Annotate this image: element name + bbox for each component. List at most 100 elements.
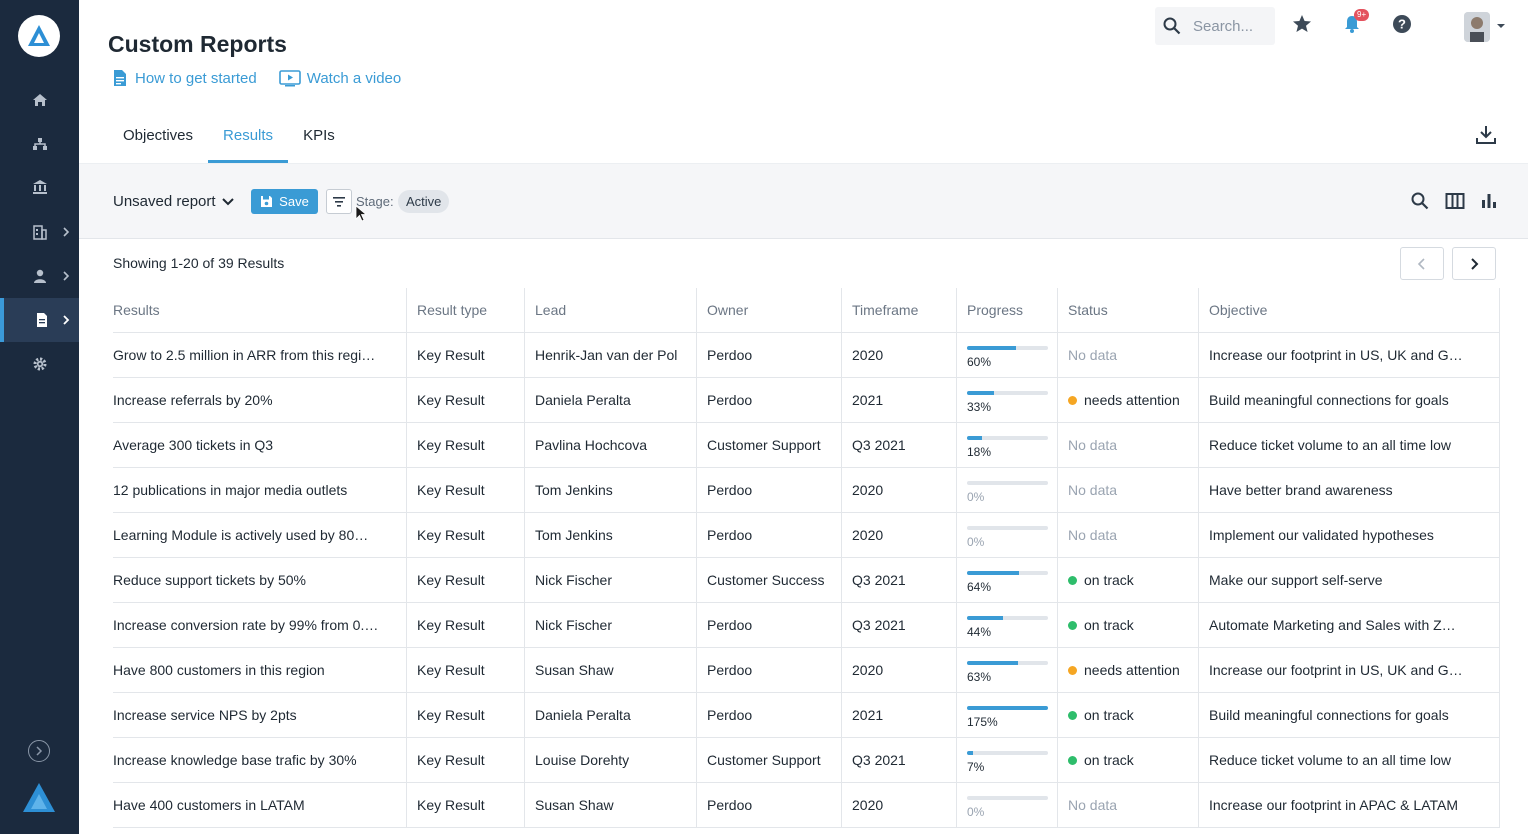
- progress-bar: [967, 390, 1048, 395]
- status-dot-icon: [1068, 620, 1077, 630]
- progress-bar-fill: [967, 435, 982, 440]
- result-type-cell: Key Result: [407, 603, 525, 647]
- sidebar-item-company[interactable]: [0, 165, 79, 209]
- chevron-right-icon: [36, 746, 43, 756]
- table-row[interactable]: Grow to 2.5 million in ARR from this reg…: [113, 333, 1500, 378]
- bar-chart-icon[interactable]: [1479, 191, 1499, 211]
- how-to-get-started-link[interactable]: How to get started: [111, 69, 257, 87]
- table-row[interactable]: Increase knowledge base trafic by 30% Key…: [113, 738, 1500, 783]
- expand-sidebar-button[interactable]: [28, 740, 50, 762]
- column-header-objective[interactable]: Objective: [1199, 288, 1500, 332]
- user-avatar[interactable]: [1464, 12, 1490, 42]
- timeframe-cell: 2020: [842, 468, 957, 512]
- progress-percent: 60%: [967, 354, 992, 369]
- result-type-cell: Key Result: [407, 378, 525, 422]
- lead-cell: Tom Jenkins: [525, 513, 697, 557]
- app-logo[interactable]: [18, 15, 60, 57]
- filter-button[interactable]: [326, 189, 352, 214]
- document-icon: [114, 70, 126, 86]
- progress-bar-fill: [967, 750, 973, 755]
- notifications-button[interactable]: 9+: [1341, 9, 1370, 35]
- sidebar-item-settings[interactable]: [0, 342, 79, 386]
- progress-percent: 0%: [967, 489, 985, 504]
- column-header-owner[interactable]: Owner: [697, 288, 842, 332]
- column-header-lead[interactable]: Lead: [525, 288, 697, 332]
- objective-cell: Build meaningful connections for goals: [1199, 693, 1500, 737]
- sidebar-item-reports[interactable]: [0, 298, 79, 342]
- progress-cell: 64%: [957, 558, 1058, 602]
- column-header-progress[interactable]: Progress: [957, 288, 1058, 332]
- caret-down-icon[interactable]: [1496, 22, 1506, 30]
- star-icon: [1293, 15, 1311, 32]
- owner-cell: Perdoo: [697, 783, 842, 827]
- progress-cell: 44%: [957, 603, 1058, 647]
- column-header-status[interactable]: Status: [1058, 288, 1199, 332]
- progress-percent: 44%: [967, 624, 992, 639]
- owner-cell: Perdoo: [697, 648, 842, 692]
- progress-bar: [967, 570, 1048, 575]
- owner-cell: Customer Success: [697, 558, 842, 602]
- result-name-cell: Average 300 tickets in Q3: [113, 423, 407, 467]
- next-page-button[interactable]: [1452, 247, 1496, 280]
- objective-cell: Make our support self-serve: [1199, 558, 1500, 602]
- timeframe-cell: 2020: [842, 783, 957, 827]
- owner-cell: Perdoo: [697, 693, 842, 737]
- objective-cell: Increase our footprint in APAC & LATAM: [1199, 783, 1500, 827]
- progress-bar: [967, 750, 1048, 755]
- table-row[interactable]: Reduce support tickets by 50% Key Result N…: [113, 558, 1500, 603]
- favorites-button[interactable]: [1291, 13, 1313, 35]
- column-header-results[interactable]: Results: [113, 288, 407, 332]
- sidebar-item-org[interactable]: [0, 122, 79, 166]
- chevron-right-icon: [63, 271, 70, 281]
- table-row[interactable]: Learning Module is actively used by 80… K…: [113, 513, 1500, 558]
- report-selector[interactable]: Unsaved report: [113, 193, 234, 210]
- status-label: No data: [1068, 482, 1118, 498]
- status-cell: needs attention: [1058, 648, 1199, 692]
- global-search[interactable]: Search...: [1155, 7, 1275, 45]
- status-indicator: No data: [1068, 347, 1117, 363]
- table-row[interactable]: Have 800 customers in this region Key Res…: [113, 648, 1500, 693]
- result-type-cell: Key Result: [407, 783, 525, 827]
- search-icon[interactable]: [1410, 191, 1430, 211]
- document-icon: [36, 313, 47, 327]
- status-dot-icon: [1068, 710, 1077, 720]
- table-row[interactable]: Average 300 tickets in Q3 Key Result Pavli…: [113, 423, 1500, 468]
- filter-icon: [333, 196, 345, 207]
- download-icon[interactable]: [1475, 124, 1497, 146]
- table-row[interactable]: Have 400 customers in LATAM Key Result Sus…: [113, 783, 1500, 828]
- objective-cell: Implement our validated hypotheses: [1199, 513, 1500, 557]
- column-header-result-type[interactable]: Result type: [407, 288, 525, 332]
- progress-percent: 63%: [967, 669, 992, 684]
- column-header-timeframe[interactable]: Timeframe: [842, 288, 957, 332]
- progress-bar: [967, 435, 1048, 440]
- progress-bar: [967, 705, 1048, 710]
- timeframe-cell: Q3 2021: [842, 603, 957, 647]
- objective-cell: Reduce ticket volume to an all time low: [1199, 423, 1500, 467]
- report-tabs: Objectives Results KPIs: [108, 112, 350, 163]
- save-button[interactable]: Save: [251, 189, 318, 214]
- table-row[interactable]: Increase conversion rate by 99% from 0.……: [113, 603, 1500, 648]
- sidebar-item-home[interactable]: [0, 78, 79, 122]
- lead-cell: Louise Dorehty: [525, 738, 697, 782]
- table-row[interactable]: Increase service NPS by 2pts Key Result Da…: [113, 693, 1500, 738]
- table-row[interactable]: 12 publications in major media outlets Ke…: [113, 468, 1500, 513]
- status-label: on track: [1084, 752, 1134, 768]
- watch-video-link[interactable]: Watch a video: [278, 69, 401, 87]
- video-icon: [278, 70, 301, 87]
- sidebar-item-people[interactable]: [0, 254, 79, 298]
- help-button[interactable]: ?: [1391, 13, 1413, 35]
- tab-results[interactable]: Results: [208, 112, 289, 163]
- result-name-cell: 12 publications in major media outlets: [113, 468, 407, 512]
- sidebar-item-teams[interactable]: [0, 210, 79, 254]
- table-row[interactable]: Increase referrals by 20% Key Result Danie…: [113, 378, 1500, 423]
- stage-filter-chip[interactable]: Active: [398, 190, 450, 213]
- prev-page-button[interactable]: [1400, 247, 1444, 280]
- columns-icon[interactable]: [1445, 191, 1465, 211]
- owner-cell: Perdoo: [697, 333, 842, 377]
- timeframe-cell: Q3 2021: [842, 738, 957, 782]
- tab-objectives[interactable]: Objectives: [108, 112, 208, 163]
- timeframe-cell: 2020: [842, 648, 957, 692]
- perdoo-logo-icon: [28, 25, 50, 46]
- tab-kpis[interactable]: KPIs: [288, 112, 350, 163]
- lead-cell: Daniela Peralta: [525, 693, 697, 737]
